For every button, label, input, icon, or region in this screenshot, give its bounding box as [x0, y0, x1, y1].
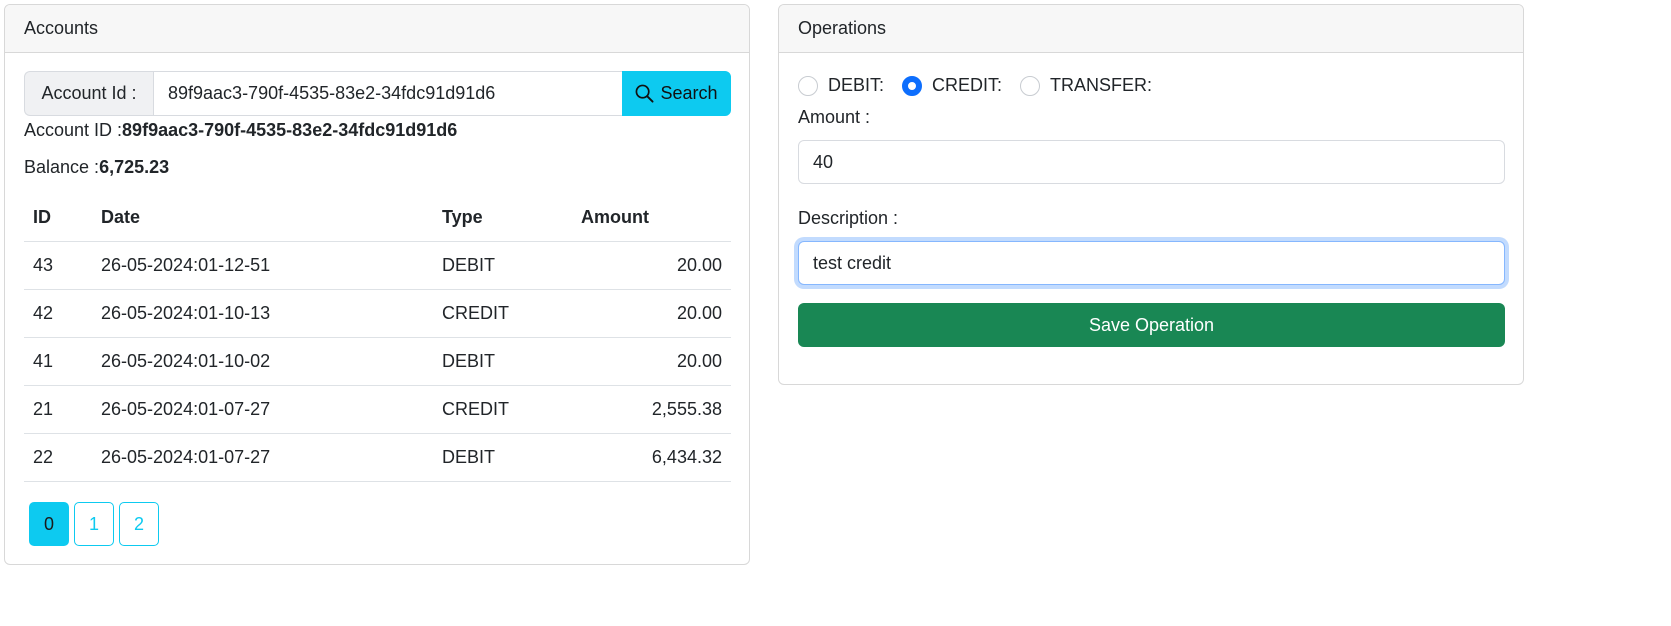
cell-amount: 2,555.38: [572, 385, 731, 434]
account-id-info-label: Account ID :: [24, 120, 123, 140]
search-icon: [636, 84, 654, 103]
cell-date: 26-05-2024:01-12-51: [92, 241, 433, 290]
page-button-2[interactable]: 2: [119, 502, 159, 546]
cell-type: DEBIT: [433, 337, 572, 386]
cell-type: DEBIT: [433, 433, 572, 482]
amount-input[interactable]: [798, 140, 1505, 184]
page-button-0[interactable]: 0: [29, 502, 69, 546]
cell-type: CREDIT: [433, 385, 572, 434]
radio-transfer-circle[interactable]: [1020, 75, 1041, 96]
table-row: 42 26-05-2024:01-10-13 CREDIT 20.00: [24, 289, 731, 338]
cell-id: 42: [24, 289, 92, 338]
radio-transfer-label: TRANSFER:: [1050, 75, 1153, 95]
account-id-info-value: 89f9aac3-790f-4535-83e2-34fdc91d91d6: [122, 120, 458, 140]
col-header-type: Type: [433, 195, 572, 242]
operations-header: Operations: [779, 5, 1523, 53]
account-id-label: Account Id :: [24, 71, 153, 116]
page-button-1[interactable]: 1: [74, 502, 114, 546]
operations-card: Operations DEBIT: CREDIT: TRANSFER: Amou…: [778, 4, 1524, 385]
col-header-amount: Amount: [572, 195, 731, 242]
accounts-card: Accounts Account Id : Search Account ID …: [4, 4, 750, 565]
cell-amount: 6,434.32: [572, 433, 731, 482]
radio-credit[interactable]: CREDIT:: [902, 75, 1002, 96]
search-button[interactable]: Search: [622, 71, 731, 116]
radio-credit-circle[interactable]: [902, 75, 923, 96]
balance-label: Balance :: [24, 157, 100, 177]
cell-date: 26-05-2024:01-07-27: [92, 385, 433, 434]
balance-value: 6,725.23: [99, 157, 170, 177]
cell-amount: 20.00: [572, 289, 731, 338]
pagination: 0 1 2: [29, 502, 159, 546]
account-id-info: Account ID :89f9aac3-790f-4535-83e2-34fd…: [24, 120, 457, 141]
radio-credit-label: CREDIT:: [932, 75, 1003, 95]
table-row: 22 26-05-2024:01-07-27 DEBIT 6,434.32: [24, 433, 731, 482]
table-row: 21 26-05-2024:01-07-27 CREDIT 2,555.38: [24, 385, 731, 434]
accounts-header: Accounts: [5, 5, 749, 53]
save-operation-button[interactable]: Save Operation: [798, 303, 1505, 347]
amount-label: Amount :: [798, 107, 871, 127]
operations-table: ID Date Type Amount 43 26-05-2024:01-12-…: [24, 195, 731, 482]
cell-id: 21: [24, 385, 92, 434]
cell-date: 26-05-2024:01-10-02: [92, 337, 433, 386]
col-header-id: ID: [24, 195, 92, 242]
cell-id: 22: [24, 433, 92, 482]
cell-date: 26-05-2024:01-10-13: [92, 289, 433, 338]
cell-type: DEBIT: [433, 241, 572, 290]
table-row: 43 26-05-2024:01-12-51 DEBIT 20.00: [24, 241, 731, 290]
balance-info: Balance :6,725.23: [24, 157, 169, 178]
account-search-group: Account Id : Search: [24, 71, 731, 116]
cell-date: 26-05-2024:01-07-27: [92, 433, 433, 482]
search-button-label: Search: [660, 83, 718, 103]
cell-id: 43: [24, 241, 92, 290]
cell-type: CREDIT: [433, 289, 572, 338]
col-header-date: Date: [92, 195, 433, 242]
radio-debit-circle[interactable]: [798, 75, 818, 96]
account-id-input[interactable]: [153, 71, 622, 116]
operation-type-group: DEBIT: CREDIT: TRANSFER:: [798, 75, 1170, 96]
cell-amount: 20.00: [572, 337, 731, 386]
radio-debit[interactable]: DEBIT:: [798, 75, 884, 96]
description-label: Description :: [798, 208, 899, 228]
table-header-row: ID Date Type Amount: [24, 195, 731, 242]
table-row: 41 26-05-2024:01-10-02 DEBIT 20.00: [24, 337, 731, 386]
description-input[interactable]: [798, 241, 1505, 285]
cell-id: 41: [24, 337, 92, 386]
radio-debit-label: DEBIT:: [828, 75, 885, 95]
radio-transfer[interactable]: TRANSFER:: [1020, 75, 1152, 96]
cell-amount: 20.00: [572, 241, 731, 290]
